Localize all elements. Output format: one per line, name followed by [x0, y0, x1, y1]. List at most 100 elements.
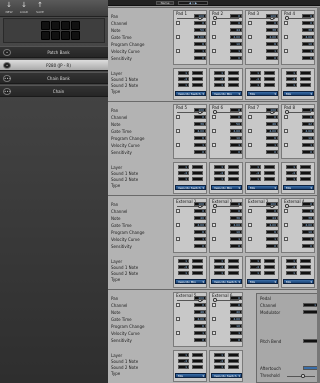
param-value[interactable]: 4.00: [266, 129, 278, 133]
pan-knob[interactable]: [213, 16, 217, 20]
pitch-bend-value[interactable]: [303, 339, 318, 343]
layer-value[interactable]: 1: [178, 271, 189, 275]
param-value[interactable]: 38: [302, 216, 314, 220]
layer-value[interactable]: -4: [250, 265, 261, 269]
param-value[interactable]: 0: [194, 209, 206, 213]
param-value[interactable]: 0: [194, 303, 206, 307]
save-button[interactable]: ↑ SAVE: [33, 1, 47, 16]
library-item[interactable]: ••• Chain: [0, 85, 108, 97]
param-value[interactable]: 0: [230, 296, 242, 300]
param-value[interactable]: 1: [266, 237, 278, 241]
layer-value-alt[interactable]: [300, 77, 311, 81]
param-value[interactable]: 1: [230, 49, 242, 53]
layer-value-alt[interactable]: [300, 271, 311, 275]
preview-pad[interactable]: [41, 21, 50, 30]
param-toggle[interactable]: [212, 35, 216, 39]
type-dropdown[interactable]: Velocity Mix ▾: [175, 279, 206, 284]
layer-value-alt[interactable]: [228, 365, 239, 369]
param-value[interactable]: 0: [230, 303, 242, 307]
layer-value-alt[interactable]: [192, 259, 203, 263]
param-toggle[interactable]: [248, 209, 252, 213]
layer-value[interactable]: -4: [178, 265, 189, 269]
layer-value[interactable]: 1: [250, 271, 261, 275]
param-toggle[interactable]: [176, 35, 180, 39]
param-value[interactable]: 42: [302, 122, 314, 126]
param-value[interactable]: 0: [230, 209, 242, 213]
param-value[interactable]: 0: [230, 202, 242, 206]
layer-value-alt[interactable]: [228, 259, 239, 263]
param-value[interactable]: 6: [194, 324, 206, 328]
kit-selector[interactable]: ◀ 1 ▶: [178, 1, 208, 5]
layer-value-alt[interactable]: [228, 71, 239, 75]
param-value[interactable]: 40: [194, 216, 206, 220]
type-dropdown[interactable]: Velocity Switch ▾: [175, 91, 206, 96]
param-value[interactable]: 1: [194, 331, 206, 335]
param-toggle[interactable]: [212, 209, 216, 213]
layer-value[interactable]: 1: [250, 83, 261, 87]
layer-value[interactable]: 1: [286, 271, 297, 275]
pan-knob[interactable]: [213, 110, 217, 114]
param-value[interactable]: 0: [266, 150, 278, 154]
pan-knob[interactable]: [213, 298, 217, 302]
param-toggle[interactable]: [284, 223, 288, 227]
layer-value[interactable]: 1: [286, 83, 297, 87]
param-value[interactable]: 4.00: [302, 129, 314, 133]
type-dropdown[interactable]: Velocity Switch ▾: [175, 185, 206, 190]
param-value[interactable]: 0: [266, 209, 278, 213]
layer-value[interactable]: -4: [250, 77, 261, 81]
param-value[interactable]: 0: [302, 202, 314, 206]
param-value[interactable]: 100: [266, 14, 278, 18]
layer-value-alt[interactable]: [264, 83, 275, 87]
layer-value[interactable]: -4: [286, 265, 297, 269]
layer-value-alt[interactable]: [300, 171, 311, 175]
layer-value-alt[interactable]: [228, 271, 239, 275]
param-value[interactable]: 4.00: [194, 317, 206, 321]
param-value[interactable]: 0: [230, 108, 242, 112]
param-value[interactable]: 100: [266, 202, 278, 206]
preview-pad[interactable]: [71, 21, 80, 30]
layer-value-alt[interactable]: [300, 165, 311, 169]
param-value[interactable]: 36: [194, 122, 206, 126]
library-item[interactable]: ••• Chain Bank: [0, 72, 108, 84]
param-toggle[interactable]: [176, 143, 180, 147]
param-toggle[interactable]: [176, 49, 180, 53]
layer-value[interactable]: 1: [214, 353, 225, 357]
layer-value[interactable]: -4: [250, 171, 261, 175]
param-value[interactable]: 0: [230, 338, 242, 342]
layer-value-alt[interactable]: [300, 71, 311, 75]
layer-value-alt[interactable]: [300, 177, 311, 181]
param-value[interactable]: 44: [266, 216, 278, 220]
param-toggle[interactable]: [176, 331, 180, 335]
param-value[interactable]: 10: [302, 230, 314, 234]
param-value[interactable]: 0: [194, 244, 206, 248]
layer-value-alt[interactable]: [192, 353, 203, 357]
param-toggle[interactable]: [212, 317, 216, 321]
layer-value-alt[interactable]: [228, 353, 239, 357]
param-value[interactable]: 0: [266, 115, 278, 119]
param-value[interactable]: 0: [302, 209, 314, 213]
param-value[interactable]: 0: [230, 150, 242, 154]
layer-value-alt[interactable]: [228, 83, 239, 87]
layer-value-alt[interactable]: [264, 71, 275, 75]
layer-value-alt[interactable]: [228, 171, 239, 175]
preview-pad[interactable]: [71, 31, 80, 40]
param-toggle[interactable]: [176, 223, 180, 227]
param-value[interactable]: 100: [266, 108, 278, 112]
param-value[interactable]: 6: [194, 42, 206, 46]
type-dropdown[interactable]: Mix ▾: [247, 91, 278, 96]
type-dropdown[interactable]: Velocity Mix ▾: [211, 185, 242, 190]
param-value[interactable]: 100: [194, 202, 206, 206]
layer-value-alt[interactable]: [192, 171, 203, 175]
param-value[interactable]: 1: [302, 143, 314, 147]
param-value[interactable]: 40: [230, 310, 242, 314]
type-dropdown[interactable]: Mix ▾: [283, 279, 314, 284]
preview-pad[interactable]: [61, 31, 70, 40]
param-value[interactable]: 38: [266, 28, 278, 32]
param-value[interactable]: 0: [230, 56, 242, 60]
param-value[interactable]: 44: [230, 28, 242, 32]
modulator-value[interactable]: [303, 310, 318, 314]
param-value[interactable]: 10: [230, 136, 242, 140]
layer-value-alt[interactable]: [228, 359, 239, 363]
layer-value[interactable]: -4: [178, 77, 189, 81]
layer-value[interactable]: 1: [214, 165, 225, 169]
